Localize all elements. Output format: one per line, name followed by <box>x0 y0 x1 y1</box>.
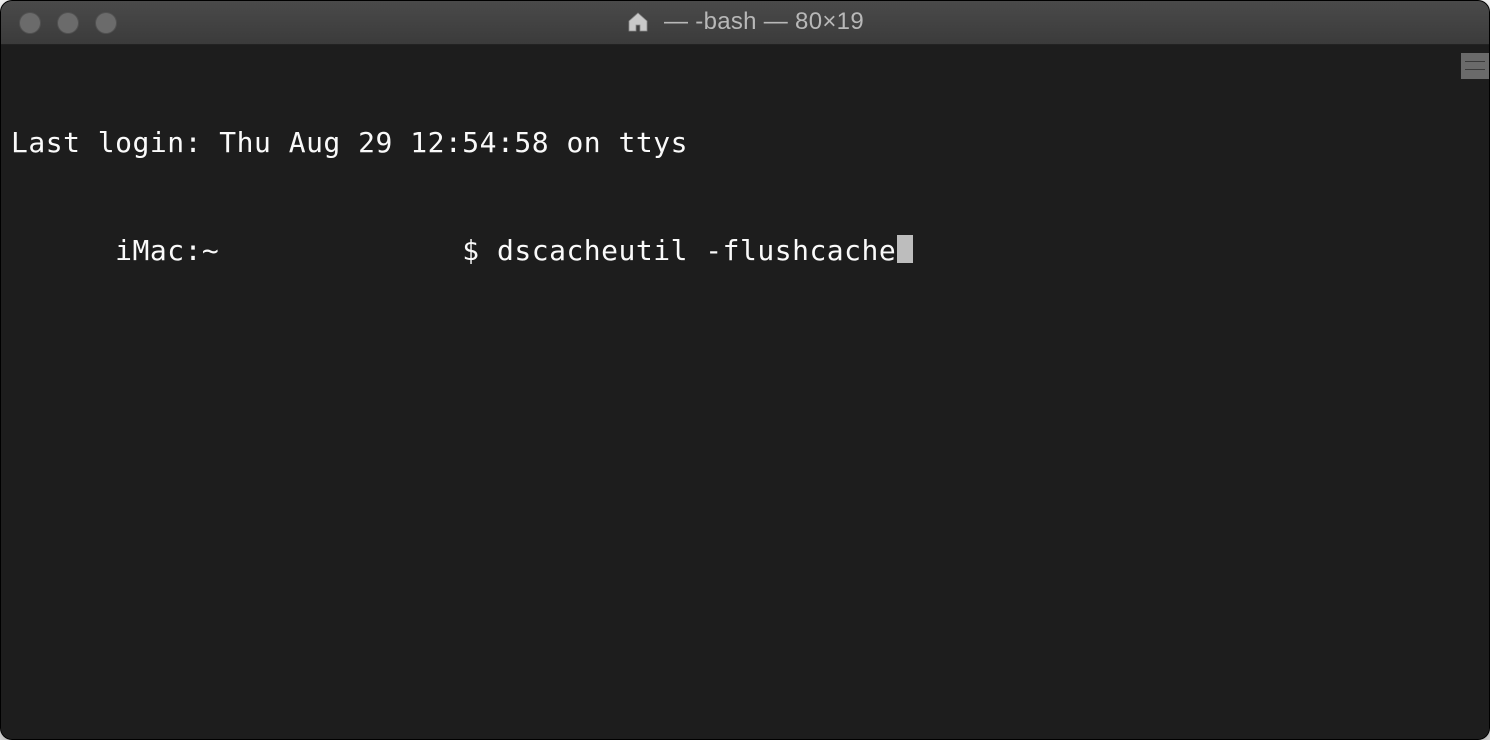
terminal-output[interactable]: Last login: Thu Aug 29 12:54:58 on ttys … <box>1 45 1461 739</box>
cursor <box>897 235 913 263</box>
zoom-button[interactable] <box>95 12 117 34</box>
traffic-lights <box>1 12 117 34</box>
terminal-window: — -bash — 80×19 Last login: Thu Aug 29 1… <box>0 0 1490 740</box>
last-login-line: Last login: Thu Aug 29 12:54:58 on ttys <box>11 125 1451 161</box>
title-center: — -bash — 80×19 <box>1 8 1489 37</box>
window-title: — -bash — 80×19 <box>664 8 864 36</box>
scrollbar-thumb[interactable] <box>1461 53 1489 79</box>
terminal-area[interactable]: Last login: Thu Aug 29 12:54:58 on ttys … <box>1 45 1489 739</box>
titlebar[interactable]: — -bash — 80×19 <box>1 1 1489 45</box>
command-text[interactable]: dscacheutil -flushcache <box>497 234 896 267</box>
close-button[interactable] <box>19 12 41 34</box>
scrollbar[interactable] <box>1461 45 1489 739</box>
minimize-button[interactable] <box>57 12 79 34</box>
home-icon <box>626 11 650 33</box>
prompt-line[interactable]: iMac:~ $ dscacheutil -flushcache <box>11 233 1451 269</box>
prompt-symbol: $ <box>462 234 497 267</box>
prompt-host: iMac:~ <box>11 234 462 267</box>
